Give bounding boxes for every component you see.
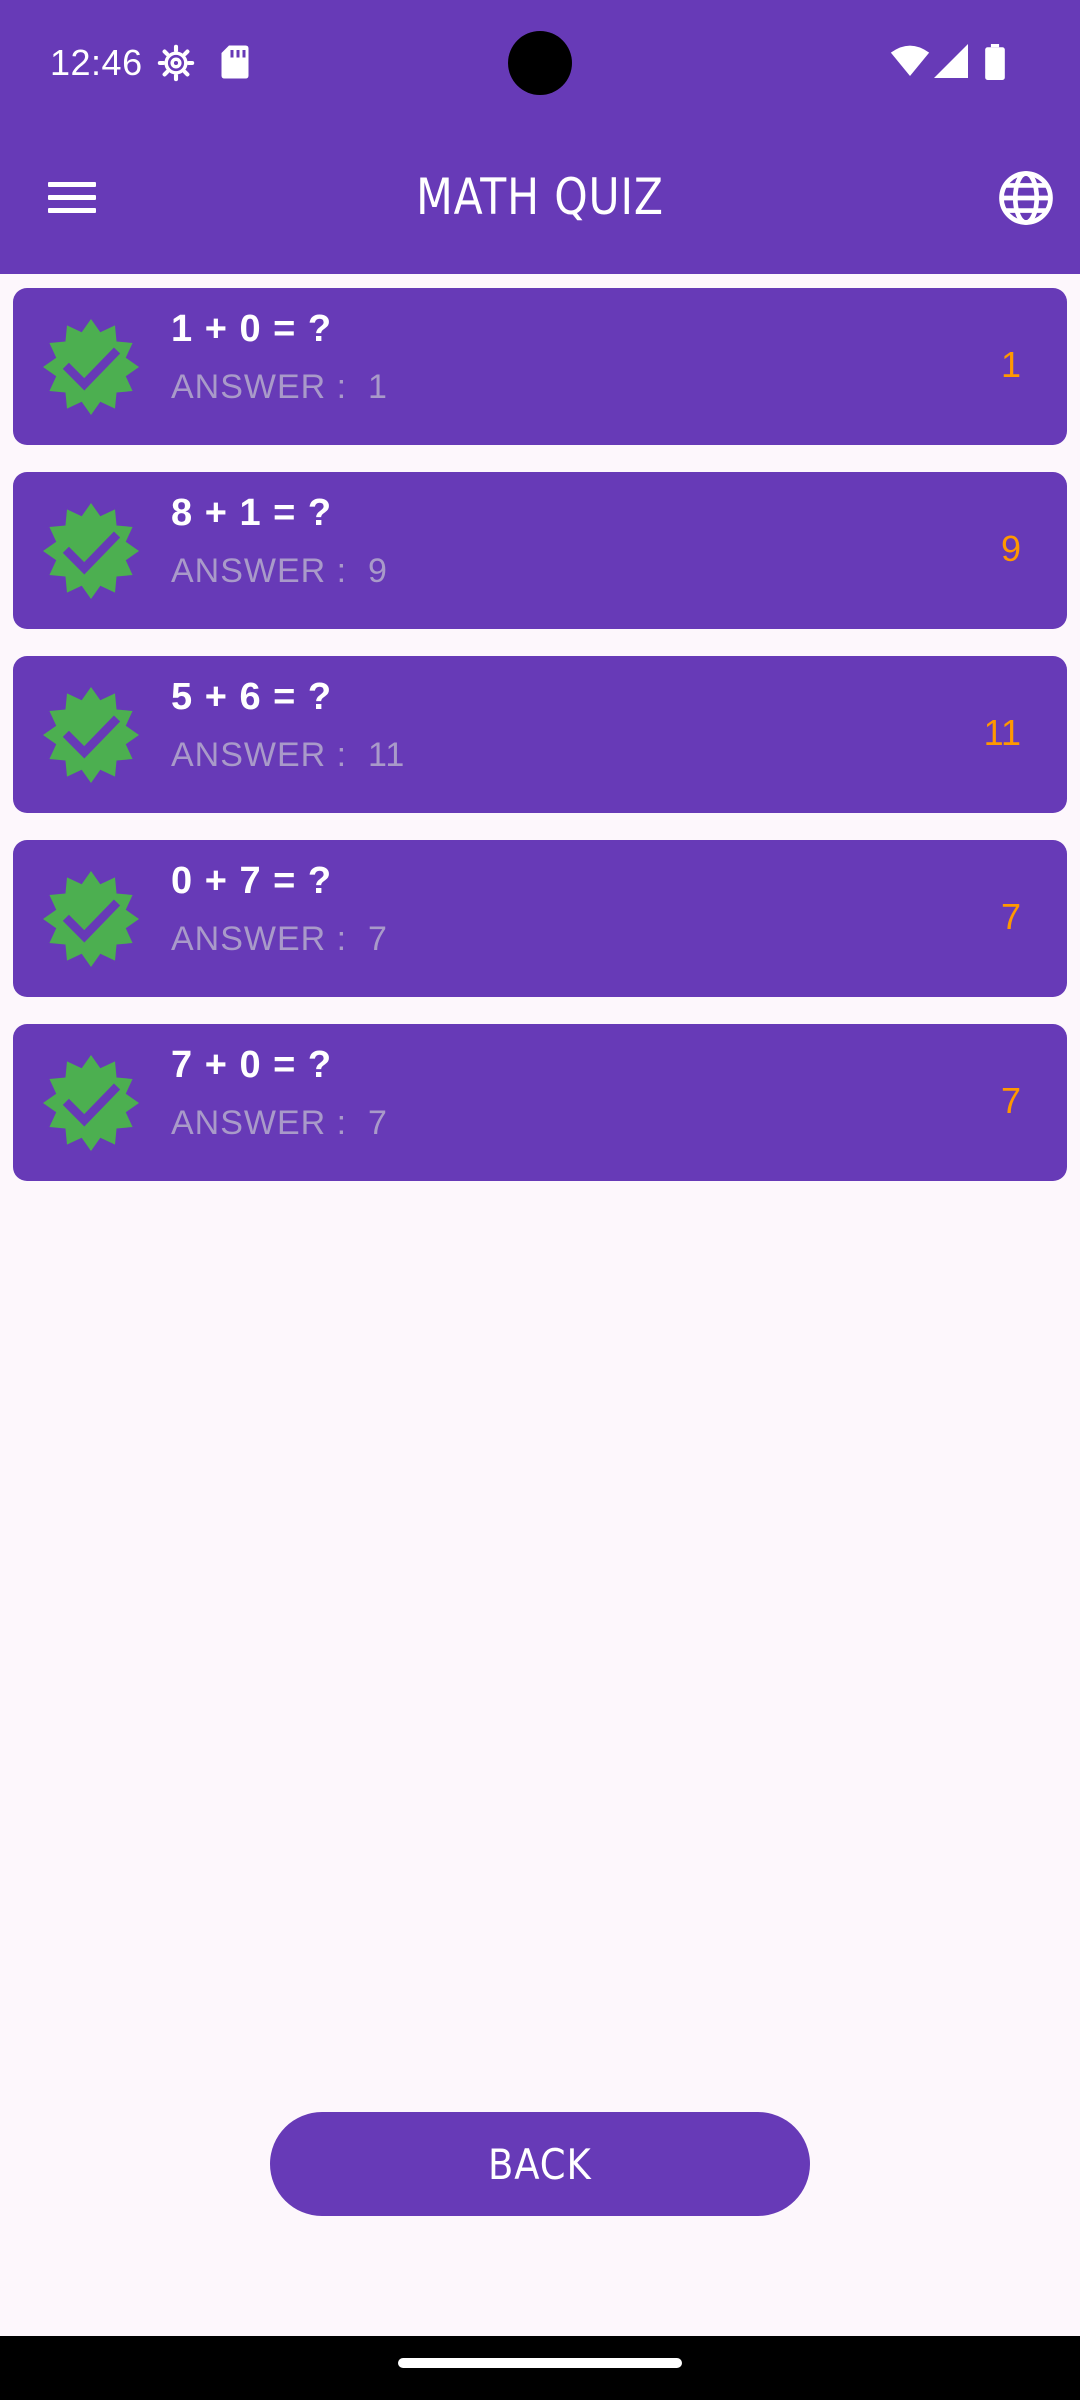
correct-answer-text: ANSWER : 1: [171, 368, 388, 406]
correct-answer-text: ANSWER : 7: [171, 1104, 388, 1142]
question-text: 8 + 1 = ?: [171, 492, 333, 534]
globe-icon[interactable]: [998, 170, 1054, 226]
user-answer-value: 7: [1000, 1080, 1021, 1121]
question-text: 0 + 7 = ?: [171, 860, 333, 902]
back-button-label: BACK: [488, 2140, 592, 2189]
status-time: 12:46: [50, 42, 143, 83]
back-button[interactable]: BACK: [270, 2112, 810, 2216]
verified-check-icon: [43, 687, 139, 783]
verified-check-icon: [43, 319, 139, 415]
user-answer-value: 7: [1000, 896, 1021, 937]
correct-answer-text: ANSWER : 9: [171, 552, 388, 590]
quiz-results-list: 1 + 0 = ? ANSWER : 1 1 8 + 1 = ? ANSWER …: [13, 288, 1067, 1208]
verified-check-icon: [43, 1055, 139, 1151]
camera-cutout: [508, 31, 572, 95]
correct-answer-text: ANSWER : 7: [171, 920, 388, 958]
list-item: 7 + 0 = ? ANSWER : 7 7: [13, 1024, 1067, 1181]
wifi-icon: [890, 45, 930, 76]
signal-icon: [934, 44, 968, 78]
verified-check-icon: [43, 503, 139, 599]
verified-check-icon: [43, 871, 139, 967]
system-navigation-bar: [0, 2336, 1080, 2400]
user-answer-value: 11: [983, 712, 1021, 753]
battery-icon: [985, 44, 1005, 80]
list-item: 1 + 0 = ? ANSWER : 1 1: [13, 288, 1067, 445]
app-bar: MATH QUIZ: [0, 128, 1080, 274]
list-item: 0 + 7 = ? ANSWER : 7 7: [13, 840, 1067, 997]
list-item: 5 + 6 = ? ANSWER : 11 11: [13, 656, 1067, 813]
user-answer-value: 1: [1000, 344, 1021, 385]
page-title: MATH QUIZ: [416, 168, 664, 226]
home-gesture-handle[interactable]: [398, 2358, 682, 2368]
question-text: 7 + 0 = ?: [171, 1044, 333, 1086]
question-text: 5 + 6 = ?: [171, 676, 333, 718]
status-bar: 12:46: [0, 0, 1080, 128]
correct-answer-text: ANSWER : 11: [171, 736, 406, 774]
sd-card-icon: [221, 45, 249, 79]
user-answer-value: 9: [1000, 528, 1021, 569]
list-item: 8 + 1 = ? ANSWER : 9 9: [13, 472, 1067, 629]
settings-icon: [157, 44, 195, 82]
question-text: 1 + 0 = ?: [171, 308, 333, 350]
